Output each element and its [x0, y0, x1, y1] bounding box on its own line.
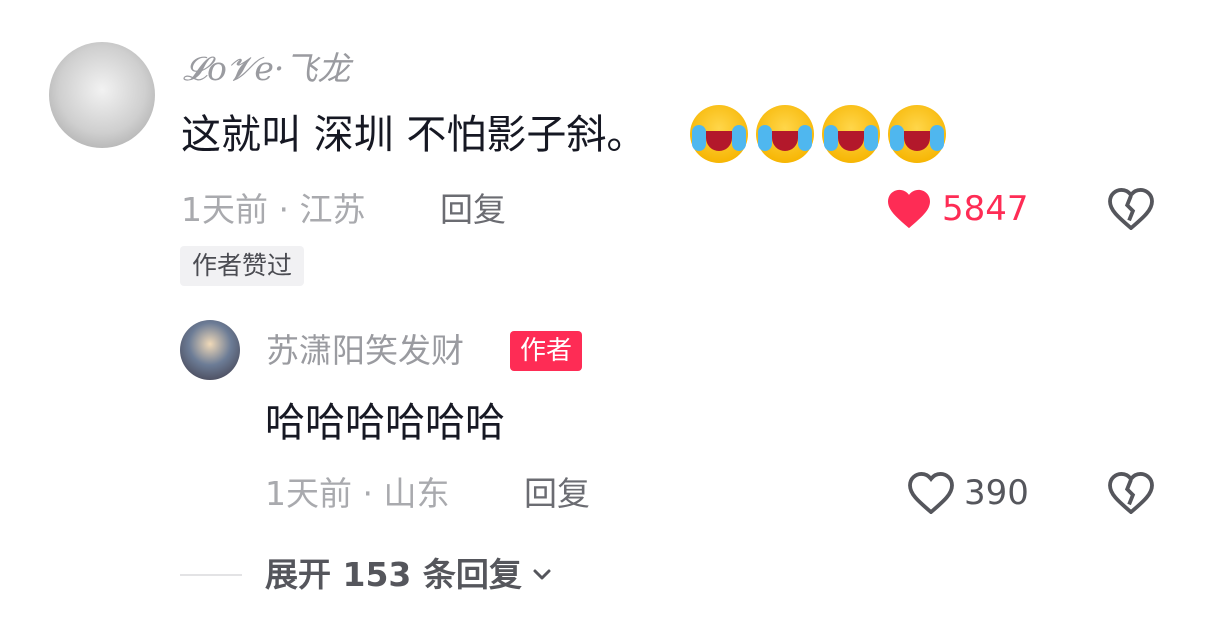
- broken-heart-icon: [1108, 472, 1154, 514]
- emoji-row: [690, 105, 946, 163]
- author-liked-badge: 作者赞过: [180, 246, 305, 286]
- comment-text: 这就叫 深圳 不怕影子斜。: [181, 112, 647, 158]
- laugh-cry-emoji-icon: [756, 105, 814, 163]
- laugh-cry-emoji-icon: [822, 105, 880, 163]
- like-count: 5847: [942, 189, 1029, 229]
- broken-heart-icon: [1108, 188, 1154, 230]
- comment-meta: 1天前 · 江苏: [181, 190, 366, 229]
- laugh-cry-emoji-icon: [690, 105, 748, 163]
- chevron-down-icon: [530, 563, 554, 587]
- divider: [180, 574, 242, 576]
- reply-button[interactable]: 回复: [440, 190, 506, 230]
- avatar[interactable]: [180, 320, 240, 380]
- like-button[interactable]: 390: [908, 472, 1029, 514]
- reply-meta: 1天前 · 山东: [265, 474, 450, 513]
- expand-replies-button[interactable]: 展开 153 条回复: [265, 555, 554, 595]
- reply-username[interactable]: 苏潇阳笑发财: [266, 331, 464, 371]
- heart-filled-icon: [886, 188, 932, 230]
- laugh-cry-emoji-icon: [888, 105, 946, 163]
- reply-text: 哈哈哈哈哈哈: [265, 400, 505, 446]
- comment-username[interactable]: 𝓛o𝓥e·飞龙: [183, 49, 350, 89]
- heart-outline-icon: [908, 472, 954, 514]
- dislike-button[interactable]: [1108, 472, 1154, 514]
- like-button[interactable]: 5847: [886, 188, 1029, 230]
- dislike-button[interactable]: [1108, 188, 1154, 230]
- reply-button[interactable]: 回复: [524, 474, 590, 514]
- like-count: 390: [964, 473, 1029, 513]
- expand-label: 展开 153 条回复: [265, 555, 522, 594]
- author-badge: 作者: [510, 331, 583, 371]
- avatar[interactable]: [49, 42, 155, 148]
